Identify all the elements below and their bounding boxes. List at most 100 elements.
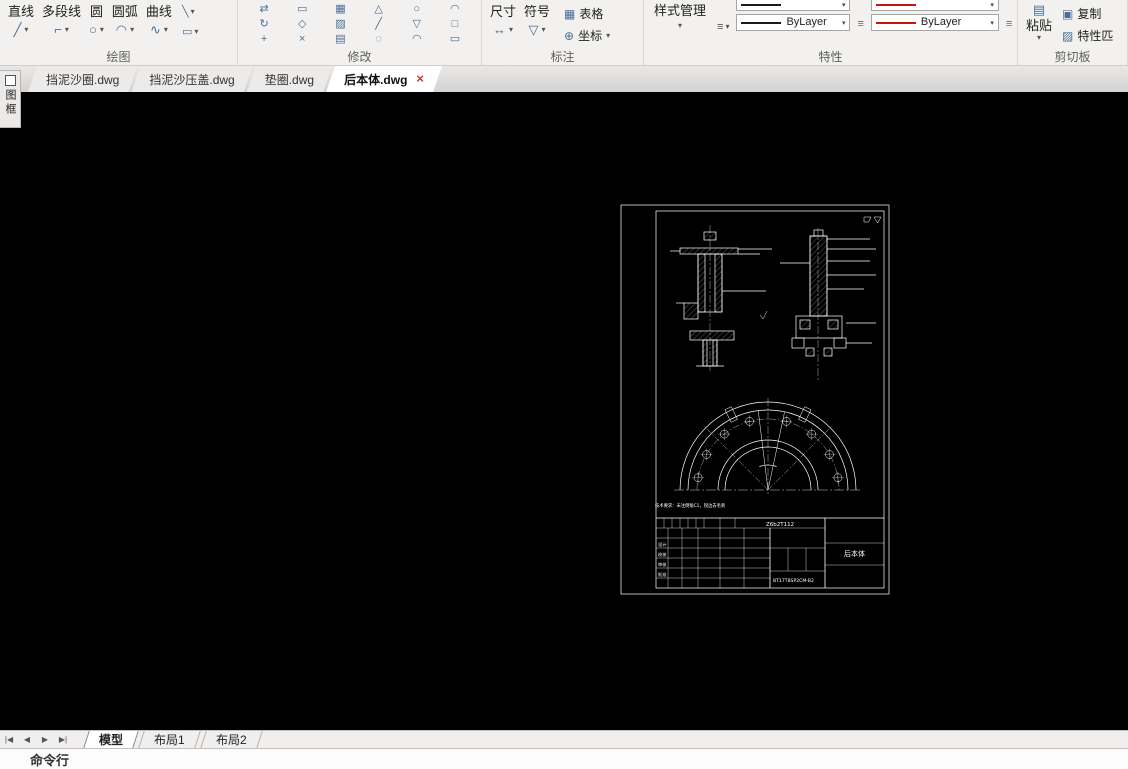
title-block-code: Z6b2T112 — [766, 522, 794, 528]
chevron-down-icon[interactable]: ▾ — [130, 26, 134, 34]
modify-group-label: 修改 — [347, 50, 372, 64]
file-tab[interactable]: 垫圈.dwg — [247, 66, 332, 92]
arc-tool-button[interactable]: 圆弧 ◠ ▾ — [108, 1, 142, 39]
circle-tool-button[interactable]: 圆 ○ ▾ — [85, 1, 108, 39]
modify-tool-icon[interactable]: ▨ — [326, 17, 354, 32]
chevron-down-icon[interactable]: ▾ — [24, 26, 28, 34]
modify-tool-icon[interactable]: ◌ — [364, 32, 392, 47]
file-tab[interactable]: 挡泥沙圈.dwg — [28, 66, 137, 92]
coordinate-tool-label: 坐标 — [578, 29, 603, 43]
chevron-down-icon[interactable]: ▾ — [990, 1, 994, 9]
arc-tool-label: 圆弧 — [111, 4, 138, 19]
modify-tool-icon[interactable]: ◠ — [403, 32, 431, 47]
chevron-down-icon[interactable]: ▾ — [542, 26, 546, 34]
cad-app-window: 直线 ╱ ▾ 多段线 ⌐ ▾ 圆 ○ ▾ 圆弧 ◠ ▾ 曲线 ∿ ▾ ╲ ▾ ▭… — [0, 0, 1128, 769]
title-block-drawing-no: BT17T8SP2CM-B2 — [773, 578, 814, 584]
chevron-down-icon[interactable]: ▾ — [842, 1, 846, 9]
chevron-down-icon[interactable]: ▾ — [990, 19, 994, 27]
chevron-down-icon[interactable]: ▾ — [606, 31, 610, 40]
copy-label: 复制 — [1077, 7, 1102, 21]
previous-layout-icon[interactable]: ◀ — [18, 731, 36, 748]
circle-tool-label: 圆 — [89, 4, 103, 19]
style-manager-button[interactable]: 样式管理 ▾ — [650, 0, 710, 32]
curve-tool-button[interactable]: 曲线 ∿ ▾ — [142, 1, 176, 39]
properties-panel-icon[interactable]: ≡ — [1006, 0, 1012, 30]
layer-combobox[interactable]: ▾ — [870, 0, 999, 11]
modify-tool-icon[interactable]: ▽ — [403, 17, 431, 32]
layer-list-icon[interactable]: ≡ — [857, 0, 863, 30]
ribbon-group-properties: 样式管理 ▾ ≡ ▾ ▾ ByLayer ▾ ≡ ▾ ByLayer ▾ ≡ 特… — [644, 0, 1018, 65]
chevron-down-icon[interactable]: ▾ — [509, 26, 513, 34]
title-block-sign-label: 审核 — [658, 561, 667, 568]
title-block-sign-label: 设计 — [658, 541, 666, 548]
properties-group-label: 特性 — [818, 50, 843, 64]
modify-tool-icon[interactable]: ▭ — [288, 2, 316, 17]
chevron-down-icon[interactable]: ▾ — [100, 26, 104, 34]
paste-button[interactable]: ▤ 粘贴 ▾ — [1022, 1, 1056, 44]
chevron-down-icon[interactable]: ▾ — [191, 8, 195, 16]
sketch-tool-button[interactable]: ╲ ▾ — [182, 5, 198, 19]
chevron-down-icon[interactable]: ▾ — [1037, 34, 1041, 42]
layout1-tab[interactable]: 布局1 — [138, 731, 201, 748]
modify-tool-icon[interactable]: ▤ — [326, 32, 354, 47]
close-tab-icon[interactable]: × — [416, 73, 424, 85]
title-block-part-name: 后本体 — [844, 549, 865, 558]
frame-panel-icon — [4, 75, 16, 86]
drawing-canvas[interactable]: 技术要求：未注倒角C1，锐边去毛刺 Z6b2T112 后本体 BT17T8SP2… — [0, 92, 1128, 730]
modify-tool-icon[interactable]: ╱ — [364, 17, 392, 32]
table-tool-label: 表格 — [579, 7, 604, 21]
last-layout-icon[interactable]: ▶| — [54, 731, 72, 748]
modify-tool-icon[interactable]: ◠ — [441, 2, 469, 17]
command-bar[interactable]: 命令行 — [0, 748, 1128, 769]
chevron-down-icon[interactable]: ▾ — [65, 26, 69, 34]
copy-icon: ▣ — [1062, 6, 1074, 21]
chevron-down-icon[interactable]: ▾ — [164, 26, 168, 34]
first-layout-icon[interactable]: |◀ — [0, 731, 18, 748]
chevron-down-icon[interactable]: ▾ — [842, 19, 846, 27]
match-properties-button[interactable]: ▨ 特性匹 — [1062, 27, 1113, 44]
polyline-tool-button[interactable]: 多段线 ⌐ ▾ — [38, 1, 85, 39]
lineweight-combobox[interactable]: ▾ — [736, 0, 851, 11]
copy-button[interactable]: ▣ 复制 — [1062, 5, 1113, 22]
modify-tool-icon[interactable]: ○ — [403, 2, 431, 17]
linetype-combobox[interactable]: ByLayer ▾ — [736, 14, 851, 31]
properties-menu-button[interactable]: ≡ ▾ — [717, 0, 729, 34]
modify-tool-icon[interactable]: ◇ — [288, 17, 316, 32]
modify-tool-icon[interactable]: + — [250, 32, 278, 47]
modify-tool-icon[interactable]: △ — [364, 2, 392, 17]
table-tool-button[interactable]: ▦ 表格 — [564, 5, 610, 22]
pencil-icon: ╲ — [181, 6, 189, 18]
next-layout-icon[interactable]: ▶ — [36, 731, 54, 748]
rectangle-tool-button[interactable]: ▭ ▾ — [182, 25, 198, 39]
layout1-tab-label: 布局1 — [154, 733, 185, 747]
file-tab-label: 垫圈.dwg — [264, 72, 315, 87]
modify-tool-icon[interactable]: ▭ — [441, 32, 469, 47]
curve-icon: ∿ — [149, 22, 161, 37]
file-tab[interactable]: 挡泥沙压盖.dwg — [131, 66, 252, 92]
layout-tab-bar: |◀ ◀ ▶ ▶| 模型 布局1 布局2 — [0, 730, 1128, 748]
modify-tool-icon[interactable]: □ — [441, 17, 469, 32]
chevron-down-icon[interactable]: ▾ — [678, 22, 682, 30]
layout2-tab-label: 布局2 — [215, 733, 247, 747]
modify-tool-icon[interactable]: ⇄ — [250, 2, 278, 17]
coordinate-tool-button[interactable]: ⊕ 坐标 ▾ — [564, 27, 610, 44]
polyline-tool-label: 多段线 — [42, 4, 82, 19]
coordinate-icon: ⊕ — [564, 28, 575, 43]
modify-tool-icon[interactable]: ▦ — [326, 2, 354, 17]
modify-tool-icon[interactable]: × — [288, 32, 316, 47]
line-tool-button[interactable]: 直线 ╱ ▾ — [4, 1, 38, 39]
chevron-down-icon[interactable]: ▾ — [725, 23, 729, 31]
layout2-tab[interactable]: 布局2 — [199, 731, 263, 748]
dimension-tool-button[interactable]: 尺寸 ↔ ▾ — [486, 1, 520, 39]
file-tab-active[interactable]: 后本体.dwg × — [326, 66, 442, 92]
chevron-down-icon[interactable]: ▾ — [194, 28, 198, 36]
color-combobox[interactable]: ByLayer ▾ — [870, 14, 999, 31]
frame-panel-tab[interactable]: 图框 — [0, 70, 21, 128]
arc-view — [674, 398, 862, 495]
modify-tool-icon[interactable]: ↻ — [250, 17, 278, 32]
model-tab[interactable]: 模型 — [83, 731, 139, 748]
style-manager-label: 样式管理 — [654, 3, 707, 18]
symbol-tool-button[interactable]: 符号 ▽ ▾ — [520, 1, 554, 39]
file-tab-label: 后本体.dwg — [344, 72, 408, 87]
file-tab-label: 挡泥沙压盖.dwg — [149, 72, 235, 87]
